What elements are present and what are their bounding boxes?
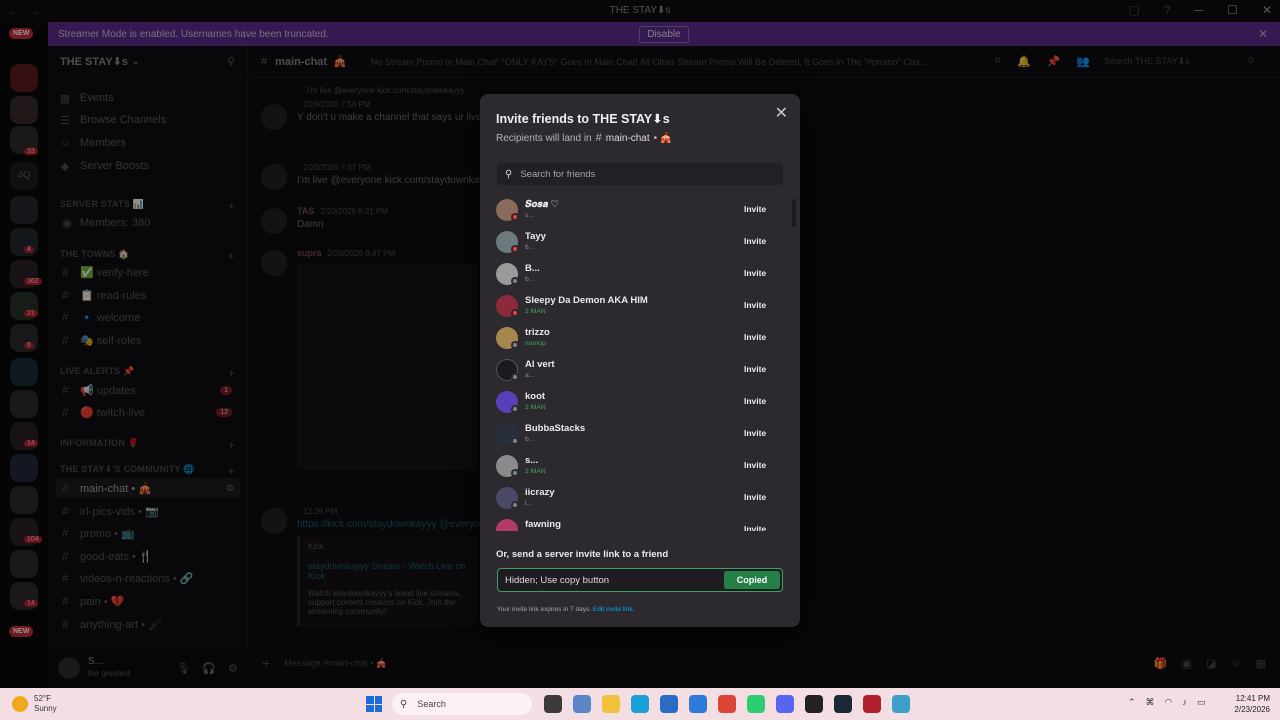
- modal-title: Invite friends to THE STAY⬇s: [496, 112, 670, 126]
- invite-button[interactable]: Invite: [744, 428, 766, 438]
- friend-list-scrollbar[interactable]: [792, 199, 796, 227]
- system-tray: ⌃ ⌘ ◠ ♪ ▭: [1128, 697, 1205, 708]
- status-indicator: [511, 309, 519, 317]
- voice-activity: 2 MAN: [525, 404, 546, 411]
- status-indicator: [511, 245, 519, 253]
- network-icon[interactable]: ⌘: [1146, 697, 1155, 708]
- status-indicator: [511, 469, 519, 477]
- recipients-line: Recipients will land in # main-chat • 🎪: [496, 132, 673, 144]
- invite-link-field[interactable]: Hidden; Use copy button Copied: [497, 568, 783, 592]
- battery-icon[interactable]: ▭: [1197, 697, 1206, 708]
- wifi-icon[interactable]: ◠: [1165, 697, 1173, 708]
- invite-button[interactable]: Invite: [744, 460, 766, 470]
- status-indicator: [511, 277, 519, 285]
- notepad-icon[interactable]: [892, 695, 910, 713]
- invite-button[interactable]: Invite: [744, 332, 766, 342]
- taskbar-search[interactable]: ⚲ Search: [392, 693, 532, 715]
- voice-activity: monop: [525, 340, 546, 347]
- store-icon[interactable]: [660, 695, 678, 713]
- search-icon: ⚲: [505, 168, 513, 180]
- discord-icon[interactable]: [776, 695, 794, 713]
- friend-row: s... 2 MAN Invite: [496, 451, 786, 483]
- app-icon[interactable]: [805, 695, 823, 713]
- friend-row: Tayy 6... Invite: [496, 227, 786, 259]
- friend-row: Sleepy Da Demon AKA HIM 2 MAN Invite: [496, 291, 786, 323]
- friend-list: 𝑺𝒐𝒔𝒂 ♡ s... Invite Tayy 6... Invite B...…: [496, 195, 786, 531]
- status-indicator: [511, 373, 519, 381]
- steam-icon[interactable]: [834, 695, 852, 713]
- outlook-icon[interactable]: [689, 695, 707, 713]
- friend-search-input[interactable]: ⚲ Search for friends: [497, 163, 783, 185]
- status-indicator: [511, 341, 519, 349]
- invite-button[interactable]: Invite: [744, 236, 766, 246]
- edit-invite-link[interactable]: Edit invite link.: [593, 606, 635, 613]
- friend-row: koot 2 MAN Invite: [496, 387, 786, 419]
- friend-row: trizzo monop Invite: [496, 323, 786, 355]
- close-icon[interactable]: ✕: [775, 106, 788, 122]
- volume-icon[interactable]: ♪: [1182, 697, 1187, 708]
- edge-icon[interactable]: [631, 695, 649, 713]
- friend-row: 𝑺𝒐𝒔𝒂 ♡ s... Invite: [496, 195, 786, 227]
- taskbar: 52°F Sunny ⚲ Search ⌃ ⌘ ◠ ♪ ▭ 12:41 PM 2/2…: [0, 688, 1280, 720]
- invite-button[interactable]: Invite: [744, 524, 766, 531]
- status-indicator: [511, 501, 519, 509]
- app-icon[interactable]: [747, 695, 765, 713]
- sun-icon: [12, 696, 28, 712]
- invite-button[interactable]: Invite: [744, 268, 766, 278]
- friend-row: BubbaStacks b... Invite: [496, 419, 786, 451]
- search-icon: ⚲: [400, 698, 408, 710]
- chrome-icon[interactable]: [718, 695, 736, 713]
- task-view-icon[interactable]: [544, 695, 562, 713]
- friend-row: Al vert a... Invite: [496, 355, 786, 387]
- hash-icon: #: [595, 132, 602, 144]
- invite-button[interactable]: Invite: [744, 396, 766, 406]
- clock[interactable]: 12:41 PM 2/23/2026: [1226, 693, 1270, 715]
- friend-row: fawning Invite: [496, 515, 786, 531]
- invite-modal: ✕ Invite friends to THE STAY⬇s Recipient…: [480, 94, 800, 627]
- invite-link-heading: Or, send a server invite link to a frien…: [496, 549, 669, 560]
- invite-button[interactable]: Invite: [744, 492, 766, 502]
- app-icon[interactable]: [863, 695, 881, 713]
- invite-button[interactable]: Invite: [744, 364, 766, 374]
- expire-note: Your invite link expires in 7 days. Edit…: [497, 606, 635, 613]
- friend-row: B... b... Invite: [496, 259, 786, 291]
- status-indicator: [511, 437, 519, 445]
- file-explorer-icon[interactable]: [602, 695, 620, 713]
- voice-activity: 2 MAN: [525, 468, 546, 475]
- pinned-apps: [544, 695, 910, 713]
- app-icon[interactable]: [573, 695, 591, 713]
- copy-button[interactable]: Copied: [724, 571, 780, 589]
- friend-row: iicrazy i... Invite: [496, 483, 786, 515]
- status-indicator: [511, 405, 519, 413]
- avatar: [496, 519, 518, 531]
- invite-button[interactable]: Invite: [744, 204, 766, 214]
- weather-widget[interactable]: 52°F Sunny: [12, 694, 57, 714]
- voice-activity: 2 MAN: [525, 308, 546, 315]
- invite-button[interactable]: Invite: [744, 300, 766, 310]
- chevron-up-icon[interactable]: ⌃: [1128, 697, 1136, 708]
- status-indicator: [511, 213, 519, 221]
- start-button[interactable]: [366, 696, 382, 712]
